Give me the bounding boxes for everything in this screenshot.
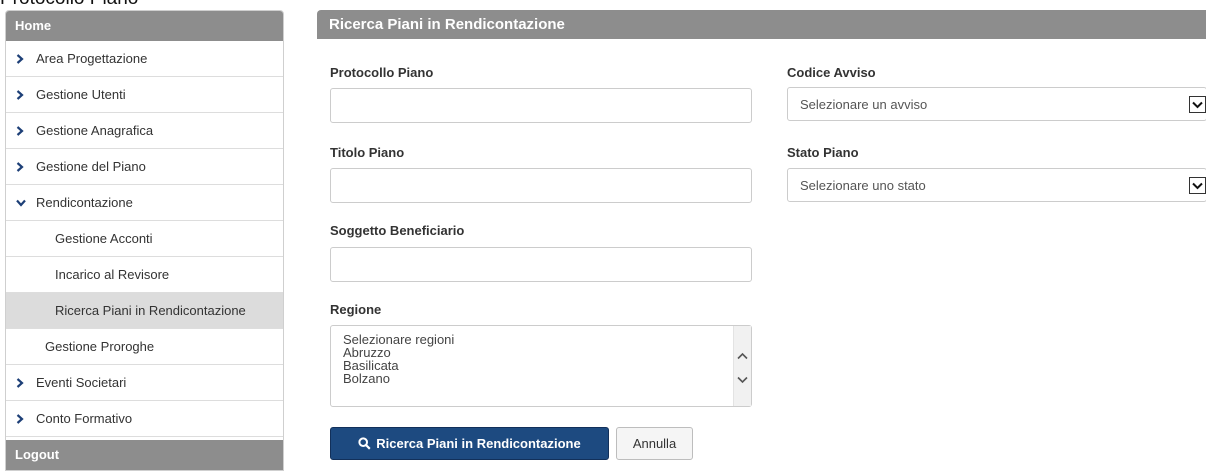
protocollo-piano-input[interactable]: [330, 88, 752, 123]
sidebar-item-label: Gestione Proroghe: [45, 339, 155, 354]
chevron-down-icon[interactable]: [1189, 177, 1206, 194]
codice-avviso-select[interactable]: Selezionare un avviso: [787, 87, 1206, 121]
sidebar-item-label: Gestione Anagrafica: [36, 123, 154, 138]
regione-scrollbar[interactable]: [733, 326, 751, 406]
search-panel: Ricerca Piani in Rendicontazione Protoco…: [317, 10, 1206, 471]
chevron-right-icon: [16, 413, 36, 424]
sidebar-item-label: Rendicontazione: [36, 195, 133, 210]
regione-label: Regione: [330, 302, 382, 317]
regione-options: Selezionare regioni Abruzzo Basilicata B…: [343, 333, 454, 385]
regione-listbox[interactable]: Selezionare regioni Abruzzo Basilicata B…: [330, 325, 752, 407]
sidebar-item-conto-formativo[interactable]: Conto Formativo: [6, 401, 283, 437]
chevron-right-icon: [16, 377, 36, 388]
sidebar-item-label: Ricerca Piani in Rendicontazione: [55, 303, 246, 318]
codice-avviso-selected: Selezionare un avviso: [800, 97, 928, 112]
chevron-down-icon: [16, 199, 36, 207]
sidebar-subitem-gestione-acconti[interactable]: Gestione Acconti: [6, 221, 283, 257]
chevron-down-icon[interactable]: [1189, 96, 1206, 113]
sidebar-item-gestione-proroghe[interactable]: Gestione Proroghe: [6, 329, 283, 365]
soggetto-beneficiario-label: Soggetto Beneficiario: [330, 223, 465, 238]
sidebar: Home Area Progettazione Gestione Utenti …: [5, 10, 284, 471]
ricerca-piani-button-label: Ricerca Piani in Rendicontazione: [376, 436, 581, 451]
scroll-up-icon[interactable]: [737, 348, 748, 363]
sidebar-item-label: Gestione Acconti: [55, 231, 153, 246]
titolo-piano-label: Titolo Piano: [330, 145, 405, 160]
sidebar-home[interactable]: Home: [6, 11, 283, 41]
sidebar-item-gestione-utenti[interactable]: Gestione Utenti: [6, 77, 283, 113]
chevron-right-icon: [16, 161, 36, 172]
titolo-piano-input[interactable]: [330, 168, 752, 203]
sidebar-item-label: Area Progettazione: [36, 51, 148, 66]
sidebar-item-label: Conto Formativo: [36, 411, 133, 426]
sidebar-item-label: Gestione del Piano: [36, 159, 146, 174]
sidebar-logout[interactable]: Logout: [6, 440, 283, 470]
sidebar-subitem-ricerca-piani[interactable]: Ricerca Piani in Rendicontazione: [6, 293, 283, 329]
page-heading: Protocollo Piano: [0, 0, 138, 10]
stato-piano-label: Stato Piano: [787, 145, 859, 160]
sidebar-item-gestione-del-piano[interactable]: Gestione del Piano: [6, 149, 283, 185]
sidebar-item-label: Gestione Utenti: [36, 87, 126, 102]
soggetto-beneficiario-input[interactable]: [330, 247, 752, 282]
stato-piano-selected: Selezionare uno stato: [800, 178, 926, 193]
panel-title: Ricerca Piani in Rendicontazione: [317, 10, 1206, 39]
sidebar-item-eventi-societari[interactable]: Eventi Societari: [6, 365, 283, 401]
sidebar-item-gestione-anagrafica[interactable]: Gestione Anagrafica: [6, 113, 283, 149]
sidebar-item-rendicontazione[interactable]: Rendicontazione: [6, 185, 283, 221]
annulla-button[interactable]: Annulla: [616, 427, 693, 460]
sidebar-item-label: Eventi Societari: [36, 375, 127, 390]
protocollo-piano-label: Protocollo Piano: [330, 65, 434, 80]
scroll-down-icon[interactable]: [737, 372, 748, 387]
search-icon: [358, 437, 371, 450]
ricerca-piani-button[interactable]: Ricerca Piani in Rendicontazione: [330, 427, 609, 460]
sidebar-item-area-progettazione[interactable]: Area Progettazione: [6, 41, 283, 77]
codice-avviso-label: Codice Avviso: [787, 65, 876, 80]
sidebar-item-label: Incarico al Revisore: [55, 267, 170, 282]
chevron-right-icon: [16, 125, 36, 136]
sidebar-subitem-incarico-revisore[interactable]: Incarico al Revisore: [6, 257, 283, 293]
chevron-right-icon: [16, 89, 36, 100]
sidebar-menu: Area Progettazione Gestione Utenti Gesti…: [6, 41, 283, 437]
chevron-right-icon: [16, 53, 36, 64]
regione-option[interactable]: Bolzano: [343, 372, 454, 385]
stato-piano-select[interactable]: Selezionare uno stato: [787, 168, 1206, 202]
